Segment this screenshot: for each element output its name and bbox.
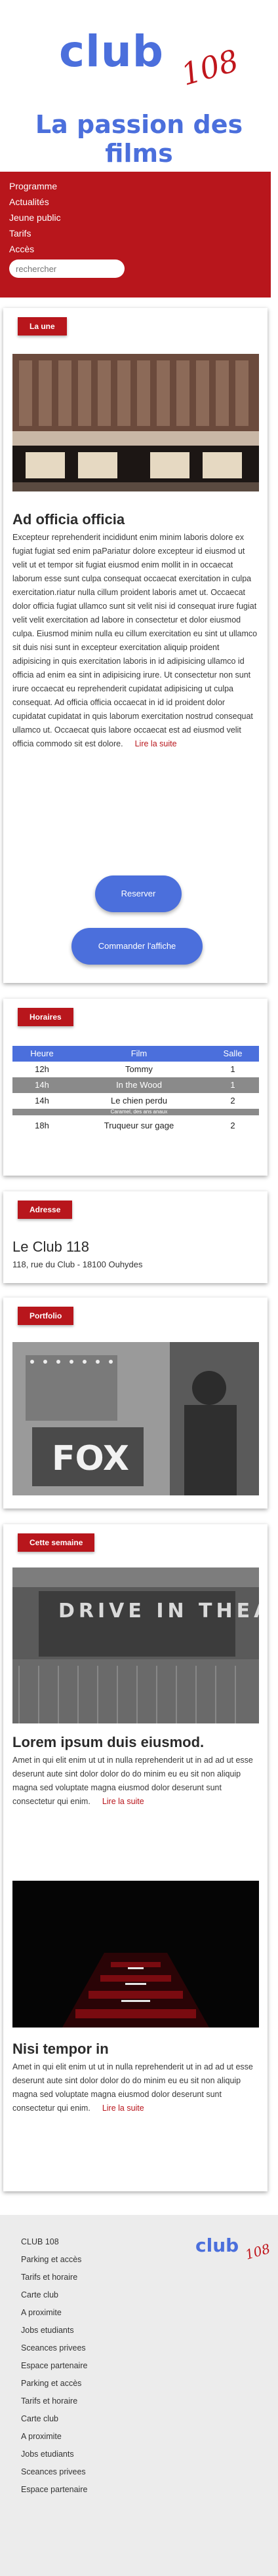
cell-film: Caramel, des ans anaux xyxy=(110,1109,168,1115)
table-row[interactable]: 18h Truqueur sur gage 2 xyxy=(12,1118,259,1134)
footer-link[interactable]: Espace partenaire xyxy=(21,2357,87,2375)
section-tag-horaires: Horaires xyxy=(18,1008,73,1026)
week-item-body: Amet in qui elit enim ut ut in nulla rep… xyxy=(12,1754,259,1809)
drive-in-image: DRIVE IN THEATRE xyxy=(12,1567,259,1723)
cell-salle xyxy=(207,1109,259,1115)
reserve-button[interactable]: Reserver xyxy=(95,875,182,912)
section-tag-portfolio: Portfolio xyxy=(18,1307,74,1325)
featured-title: Ad officia officia xyxy=(12,511,125,528)
table-row[interactable]: 12h Tommy 1 xyxy=(12,1062,259,1077)
week-item-title: Nisi tempor in xyxy=(12,2041,109,2057)
header-cell-heure: Heure xyxy=(30,1048,54,1058)
cell-heure xyxy=(12,1109,71,1115)
featured-body-text: Excepteur reprehenderit incididunt enim … xyxy=(12,533,258,748)
footer-link[interactable]: Sceances privees xyxy=(21,2463,87,2481)
footer-links: CLUB 108 Parking et accès Tarifs et hora… xyxy=(21,2233,87,2499)
footer-link[interactable]: Parking et accès xyxy=(21,2251,87,2269)
nav-item-actualites[interactable]: Actualités xyxy=(9,194,262,210)
nav-item-acces[interactable]: Accès xyxy=(9,241,262,257)
section-tag-la-une: La une xyxy=(18,317,67,336)
footer-logo-number: 108 xyxy=(243,2240,272,2263)
theater-seats-image xyxy=(12,1881,259,2028)
footer-link[interactable]: Carte club xyxy=(21,2410,87,2428)
search-box xyxy=(9,260,125,278)
page: club 108 La passion des films Programme … xyxy=(0,0,278,2576)
cell-salle: 2 xyxy=(230,1121,235,1130)
week-item-read-more-link[interactable]: Lire la suite xyxy=(102,1797,144,1806)
header-cell-salle: Salle xyxy=(223,1048,243,1058)
footer-link[interactable]: Tarifs et horaire xyxy=(21,2269,87,2286)
cell-salle: 1 xyxy=(230,1064,235,1074)
site-footer: CLUB 108 Parking et accès Tarifs et hora… xyxy=(0,2215,278,2576)
footer-link[interactable]: A proximite xyxy=(21,2304,87,2322)
site-logo[interactable]: club 108 xyxy=(51,20,243,98)
search-input[interactable] xyxy=(16,263,118,274)
venue-name: Le Club 118 xyxy=(12,1239,90,1255)
header-cell-film: Film xyxy=(130,1048,148,1058)
logo-club-text: club xyxy=(59,26,164,77)
cell-film: Le chien perdu xyxy=(110,1096,167,1105)
section-tag-adresse: Adresse xyxy=(18,1201,73,1219)
footer-link[interactable]: A proximite xyxy=(21,2428,87,2446)
week-item-body: Amet in qui elit enim ut ut in nulla rep… xyxy=(12,2060,259,2115)
section-tag-cette-semaine: Cette semaine xyxy=(18,1533,95,1552)
main-nav: Programme Actualités Jeune public Tarifs… xyxy=(0,172,271,298)
nav-item-programme[interactable]: Programme xyxy=(9,178,262,194)
cell-film: In the Wood xyxy=(116,1080,162,1090)
address-card: Adresse Le Club 118 118, rue du Club - 1… xyxy=(3,1191,268,1283)
footer-link[interactable]: Jobs etudiants xyxy=(21,2322,87,2339)
featured-card: La une Ad officia officia Excepteur repr xyxy=(3,308,268,983)
site-tagline: La passion des films xyxy=(35,110,243,168)
footer-logo[interactable]: club 108 xyxy=(195,2235,272,2267)
cell-heure: 12h xyxy=(35,1064,49,1074)
footer-logo-club-text: club xyxy=(195,2235,239,2256)
featured-body: Excepteur reprehenderit incididunt enim … xyxy=(12,531,259,751)
featured-read-more-link[interactable]: Lire la suite xyxy=(135,739,177,748)
table-row[interactable]: 14h In the Wood 1 xyxy=(12,1077,259,1093)
fox-sign-text: FOX xyxy=(52,1439,129,1478)
cell-salle: 1 xyxy=(230,1080,235,1090)
venue-address: 118, rue du Club - 18100 Ouhydes xyxy=(12,1259,143,1269)
footer-link[interactable]: Sceances privees xyxy=(21,2339,87,2357)
table-row[interactable]: 14h Le chien perdu 2 xyxy=(12,1093,259,1109)
footer-link[interactable]: Carte club xyxy=(21,2286,87,2304)
footer-link[interactable]: Jobs etudiants xyxy=(21,2446,87,2463)
nav-item-tarifs[interactable]: Tarifs xyxy=(9,225,262,241)
cinema-facade-image xyxy=(12,354,259,491)
schedule-card: Horaires Heure Film Salle 12h Tommy 1 14… xyxy=(3,999,268,1176)
portfolio-image: FOX xyxy=(12,1342,259,1495)
cell-film: Truqueur sur gage xyxy=(104,1121,174,1130)
footer-link[interactable]: Parking et accès xyxy=(21,2375,87,2393)
cell-salle: 2 xyxy=(230,1096,235,1105)
logo-number: 108 xyxy=(177,42,243,93)
cell-heure: 14h xyxy=(35,1080,49,1090)
table-row[interactable]: Caramel, des ans anaux xyxy=(12,1109,259,1115)
week-item-title: Lorem ipsum duis eiusmod. xyxy=(12,1734,205,1750)
footer-heading: CLUB 108 xyxy=(21,2237,59,2246)
order-poster-button[interactable]: Commander l'affiche xyxy=(71,928,203,965)
marquee-text: DRIVE IN THEATRE xyxy=(58,1600,259,1623)
footer-link[interactable]: Tarifs et horaire xyxy=(21,2393,87,2410)
cell-heure: 14h xyxy=(35,1096,49,1105)
footer-link[interactable]: Espace partenaire xyxy=(21,2481,87,2499)
cell-film: Tommy xyxy=(125,1064,153,1074)
this-week-card: Cette semaine DRIVE IN THEATRE Lorem ips… xyxy=(3,1524,268,2191)
portfolio-card: Portfolio FOX xyxy=(3,1298,268,1509)
schedule-table: Heure Film Salle 12h Tommy 1 14h In the … xyxy=(12,1046,259,1134)
table-header-row: Heure Film Salle xyxy=(12,1046,259,1062)
nav-item-jeune-public[interactable]: Jeune public xyxy=(9,210,262,225)
cell-heure: 18h xyxy=(35,1121,49,1130)
week-item-read-more-link[interactable]: Lire la suite xyxy=(102,2104,144,2113)
